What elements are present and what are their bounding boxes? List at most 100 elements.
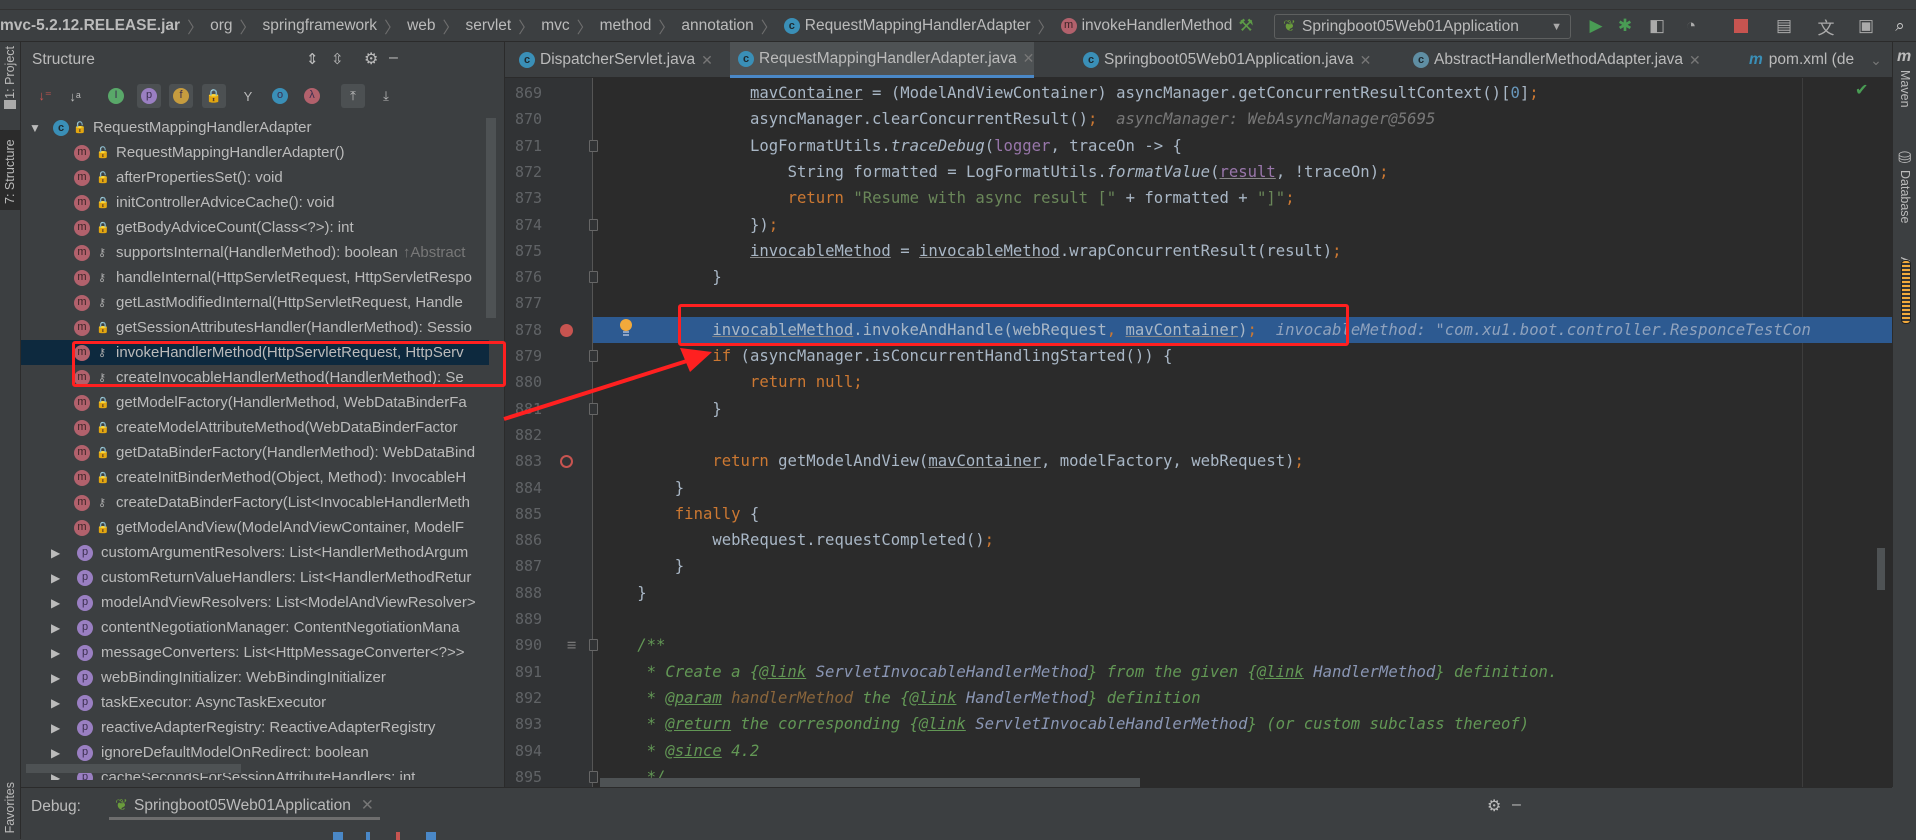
code-line[interactable]: 892 * @param handlerMethod the {@link Han… (505, 685, 1892, 711)
code-line[interactable]: 882 (505, 422, 1892, 448)
code-line[interactable]: 880 return null; (505, 369, 1892, 395)
coverage-icon[interactable]: ◧ (1645, 14, 1669, 38)
code-line[interactable]: 889 (505, 606, 1892, 632)
code-editor[interactable]: 869 mavContainer = (ModelAndViewContainer… (505, 78, 1892, 787)
expand-arrow-icon[interactable]: ▶ (51, 646, 65, 660)
expand-arrow-icon[interactable]: ▶ (51, 621, 65, 635)
run-icon[interactable]: ▶ (1584, 14, 1608, 38)
fold-marker-icon[interactable] (589, 218, 598, 231)
code-line[interactable]: 885 finally { (505, 501, 1892, 527)
tree-row[interactable]: ▶ p reactiveAdapterRegistry: ReactiveAdapt… (21, 715, 489, 740)
code-line[interactable]: 883 return getModelAndView(mavContainer, … (505, 448, 1892, 474)
breadcrumb-item[interactable]: web (403, 17, 439, 35)
tree-row[interactable]: ▶ p contentNegotiationManager: ContentNego… (21, 615, 489, 640)
show-anonymous-icon[interactable]: Y (236, 84, 260, 108)
database-tool-button[interactable]: Database (1898, 170, 1912, 224)
code-line[interactable]: 886 webRequest.requestCompleted(); (505, 527, 1892, 553)
tree-horizontal-scrollbar[interactable] (26, 764, 241, 773)
stop-icon[interactable] (1729, 14, 1753, 38)
tree-row[interactable]: m ⚷ createDataBinderFactory(List<Invocable… (21, 490, 489, 515)
tree-row[interactable]: m 🔓 RequestMappingHandlerAdapter() (21, 140, 489, 165)
code-line[interactable]: 873 return "Resume with async result [" +… (505, 185, 1892, 211)
autoscroll-from-source-icon[interactable]: ⤓ (374, 84, 398, 108)
expand-arrow-icon[interactable]: ▶ (51, 596, 65, 610)
debug-session-tab[interactable]: ❦ Springboot05Web01Application ✕ (109, 794, 380, 820)
fold-marker-icon[interactable] (589, 139, 598, 152)
tree-root[interactable]: ▼ c 🔓 RequestMappingHandlerAdapter (21, 115, 489, 140)
tab-pom-xml-de[interactable]: m pom.xml (de ⌄ (1741, 42, 1882, 78)
maven-tool-button[interactable]: Maven (1898, 70, 1912, 108)
expand-arrow-icon[interactable]: ▶ (51, 571, 65, 585)
code-line[interactable]: 887} (505, 553, 1892, 579)
close-tab-icon[interactable]: ✕ (701, 52, 713, 69)
build-hammer-icon[interactable]: ⚒ (1234, 14, 1258, 38)
show-non-public-icon[interactable]: 🔒 (202, 84, 226, 108)
show-fields-icon[interactable]: f (169, 84, 193, 108)
tree-row[interactable]: m ⚷ getLastModifiedInternal(HttpServletReq… (21, 290, 489, 315)
show-properties-icon[interactable]: p (137, 84, 161, 108)
fold-marker-icon[interactable] (589, 271, 598, 284)
tree-vertical-scrollbar[interactable] (486, 118, 496, 318)
code-line[interactable]: 876} (505, 264, 1892, 290)
close-icon[interactable]: ✕ (361, 796, 374, 815)
code-line[interactable]: 888} (505, 580, 1892, 606)
sort-alphabetically-icon[interactable]: ↓ᵃ (63, 84, 87, 108)
breadcrumb-item[interactable]: springframework (259, 17, 382, 35)
tree-row[interactable]: ▶ p ignoreDefaultModelOnRedirect: boolean (21, 740, 489, 765)
breadcrumb-item[interactable]: mvc (537, 17, 573, 35)
editor-horizontal-scrollbar[interactable] (600, 778, 1140, 787)
lightbulb-icon[interactable] (618, 318, 634, 338)
tree-row[interactable]: ▶ p customArgumentResolvers: List<HandlerM… (21, 540, 489, 565)
tree-row[interactable]: ▶ p taskExecutor: AsyncTaskExecutor (21, 690, 489, 715)
tree-row[interactable]: ▶ p webBindingInitializer: WebBindingIniti… (21, 665, 489, 690)
close-tab-icon[interactable]: ✕ (1023, 50, 1035, 67)
gear-icon[interactable]: ⚙ (1487, 796, 1501, 816)
structure-tool-button[interactable]: 7: Structure (0, 130, 21, 210)
fold-marker-icon[interactable] (589, 402, 598, 415)
editor-vertical-scrollbar[interactable] (1877, 548, 1885, 590)
expand-arrow-icon[interactable]: ▶ (51, 746, 65, 760)
minimize-icon[interactable]: – (389, 49, 398, 67)
breakpoint-hit-icon[interactable] (560, 323, 573, 337)
tree-row[interactable]: m ⚷ handleInternal(HttpServletRequest, Htt… (21, 265, 489, 290)
show-lambda-icon[interactable]: λ (300, 84, 324, 108)
breadcrumb-class[interactable]: c RequestMappingHandlerAdapter (780, 17, 1035, 35)
show-lambdas-icon[interactable]: o (268, 84, 292, 108)
expand-arrow-icon[interactable]: ▶ (51, 671, 65, 685)
breadcrumb-item[interactable]: annotation (677, 17, 757, 35)
profile-icon[interactable]: ◔ (1679, 14, 1703, 38)
code-line[interactable]: 881} (505, 396, 1892, 422)
tree-row[interactable]: m 🔒 createModelAttributeMethod(WebDataBind… (21, 415, 489, 440)
minimize-icon[interactable]: – (1512, 796, 1521, 814)
code-line[interactable]: 879 if (asyncManager.isConcurrentHandling… (505, 343, 1892, 369)
breadcrumb-item[interactable]: mvc-5.2.12.RELEASE.jar (0, 17, 184, 35)
expand-arrow-icon[interactable]: ▶ (51, 696, 65, 710)
breadcrumb-method[interactable]: m invokeHandlerMethod (1057, 17, 1237, 35)
tree-row[interactable]: m 🔒 getModelFactory(HandlerMethod, WebData… (21, 390, 489, 415)
fold-marker-icon[interactable] (589, 770, 598, 783)
breadcrumb-item[interactable]: org (206, 17, 236, 35)
code-line[interactable]: 890 ≡ /** (505, 632, 1892, 658)
code-line[interactable]: 871 LogFormatUtils.traceDebug(logger, tra… (505, 133, 1892, 159)
breakpoint-icon[interactable] (560, 455, 573, 469)
code-line[interactable]: 891 * Create a {@link ServletInvocableHan… (505, 659, 1892, 685)
search-icon[interactable]: ⌕ (1888, 14, 1912, 38)
expand-arrow-icon[interactable]: ▼ (29, 121, 43, 135)
code-line[interactable]: 874}); (505, 212, 1892, 238)
render-doc-icon[interactable]: ≡ (567, 632, 576, 658)
run-config-select[interactable]: ❦ Springboot05Web01Application ▼ (1274, 14, 1571, 39)
translate-icon[interactable]: 文 (1814, 14, 1838, 38)
code-line[interactable]: 872 String formatted = LogFormatUtils.for… (505, 159, 1892, 185)
code-line[interactable]: 875 invocableMethod = invocableMethod.wra… (505, 238, 1892, 264)
tree-row[interactable]: m 🔒 initControllerAdviceCache(): void (21, 190, 489, 215)
code-line[interactable]: 869 mavContainer = (ModelAndViewContainer… (505, 80, 1892, 106)
tab-abstracthandlermethodadapter-java[interactable]: c AbstractHandlerMethodAdapter.java ✕ (1405, 42, 1701, 78)
code-line[interactable]: 893 * @return the corresponding {@link Se… (505, 711, 1892, 737)
code-line[interactable]: 894 * @since 4.2 (505, 738, 1892, 764)
autoscroll-to-source-icon[interactable]: ⤒ (341, 84, 365, 108)
fold-marker-icon[interactable] (589, 350, 598, 362)
fold-marker-icon[interactable] (589, 639, 598, 652)
breadcrumb-item[interactable]: servlet (462, 17, 516, 35)
show-inherited-icon[interactable]: I (104, 84, 128, 108)
code-line[interactable]: 884} (505, 475, 1892, 501)
